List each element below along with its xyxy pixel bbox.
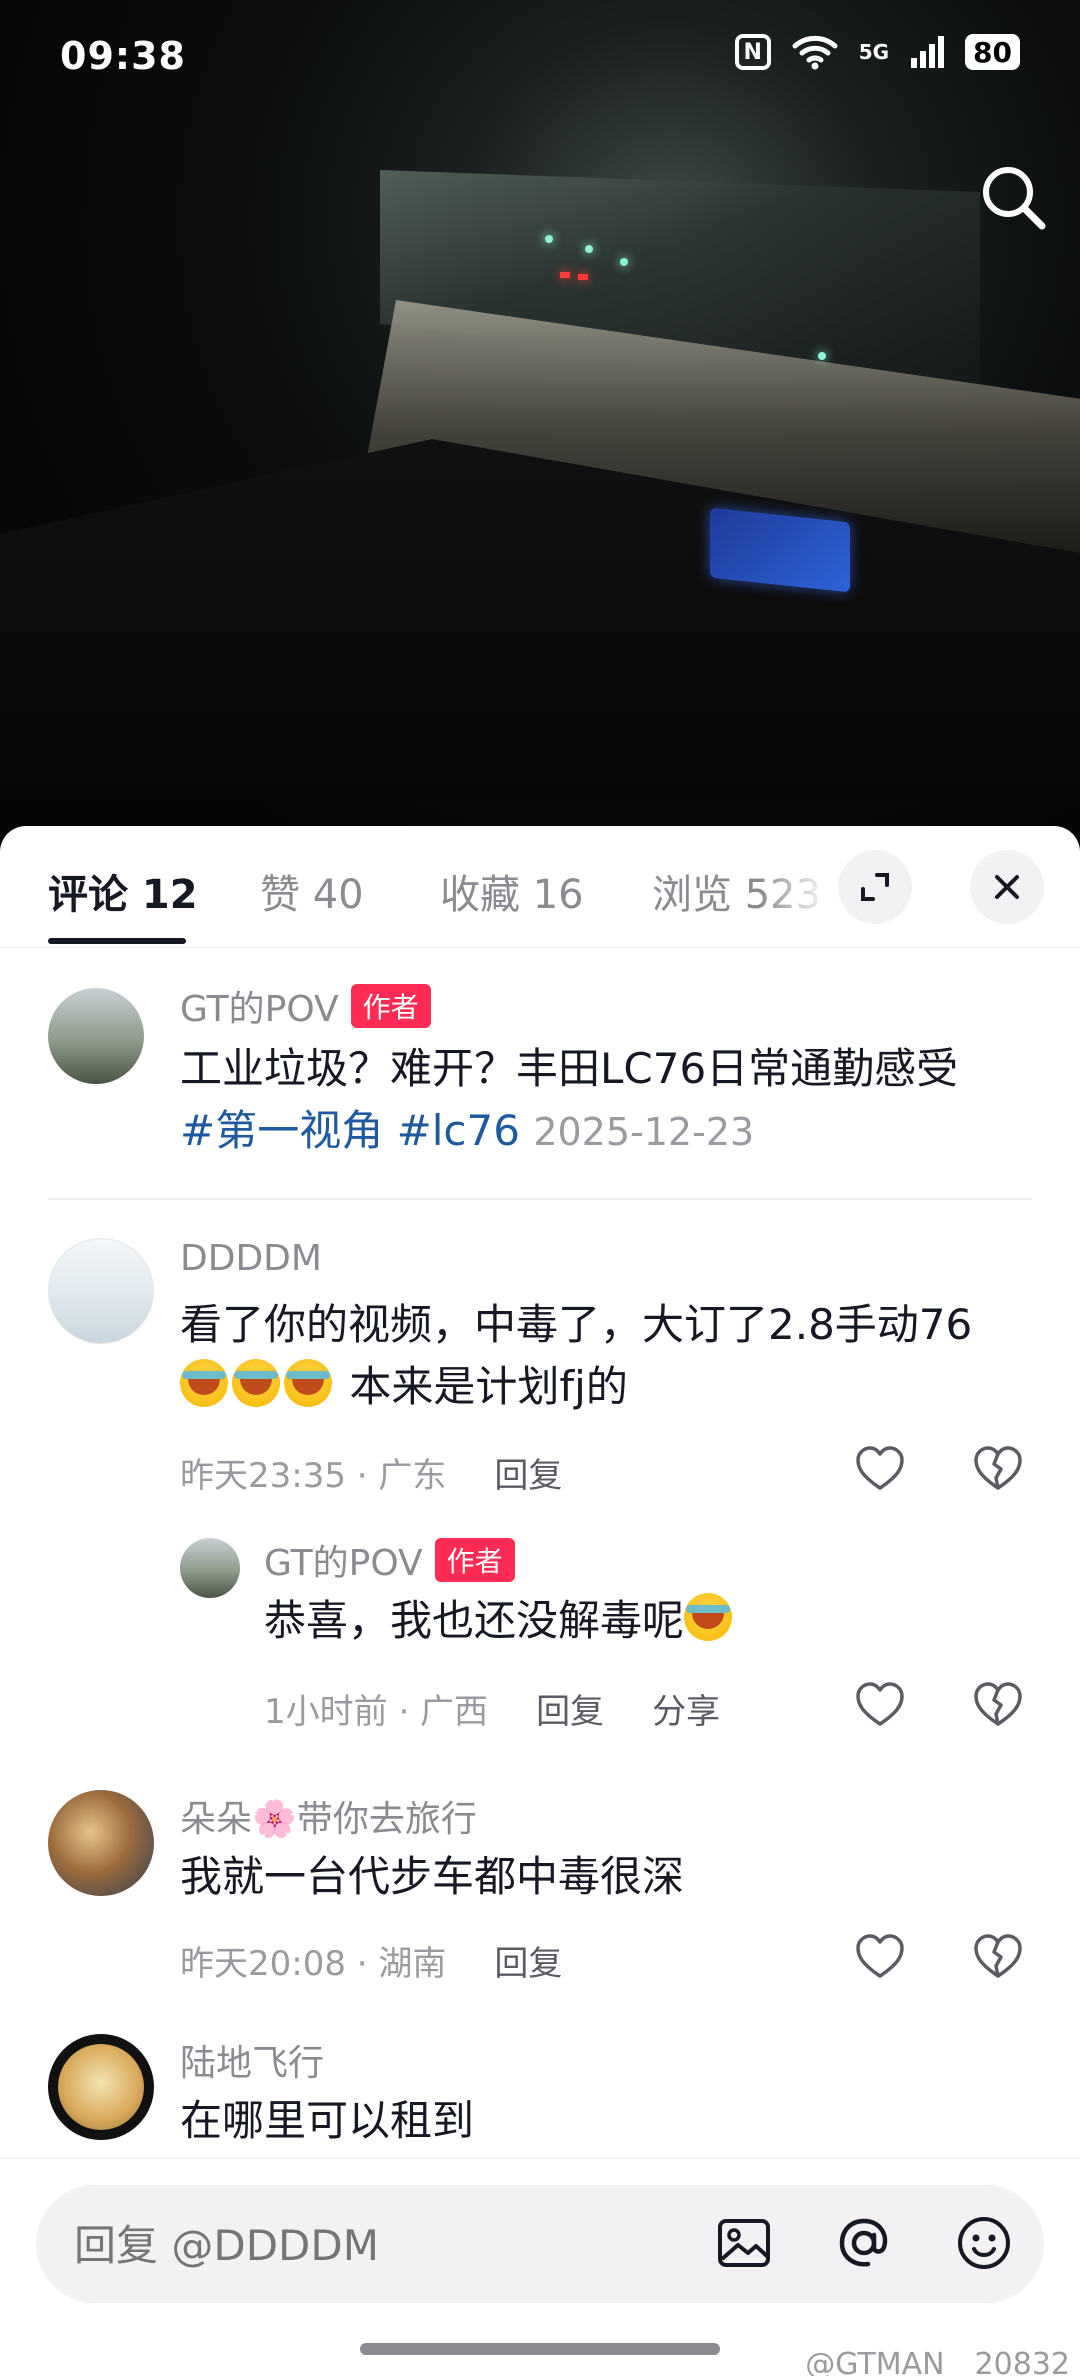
search-button[interactable]	[974, 158, 1054, 238]
avatar[interactable]	[48, 1238, 154, 1344]
expand-button[interactable]	[838, 850, 912, 924]
signal-icon	[911, 36, 945, 68]
comment-time-location: 昨天20:08 · 湖南	[180, 1944, 447, 1984]
hashtag-link[interactable]: #第一视角	[180, 1106, 383, 1155]
comment-time-location: 昨天23:35 · 广东	[180, 1456, 447, 1496]
laughing-crying-emoji-icon	[684, 1593, 733, 1641]
dislike-broken-heart-icon[interactable]	[970, 1930, 1026, 1986]
reply-text: 恭喜，我也还没解毒呢	[264, 1596, 685, 1645]
like-heart-icon[interactable]	[852, 1930, 908, 1986]
nfc-icon: N	[734, 34, 771, 70]
divider	[48, 1198, 1032, 1200]
tab-favorites[interactable]: 收藏 16	[440, 862, 584, 920]
comment-text-line2: 本来是计划fj的	[180, 1356, 1040, 1418]
reply-username[interactable]: GT的POV 作者	[264, 1534, 515, 1586]
car-taillight	[578, 274, 588, 280]
watermark: @GTMAN__20832	[805, 2347, 1070, 2376]
author-badge: 作者	[350, 984, 431, 1028]
avatar[interactable]	[48, 1790, 154, 1896]
dislike-broken-heart-icon[interactable]	[970, 1678, 1026, 1734]
reply-meta: 1小时前 · 广西 回复 分享	[264, 1684, 768, 1733]
home-indicator	[360, 2343, 720, 2355]
tab-bar: 评论 12 赞 40 收藏 16 浏览 523	[0, 826, 1080, 948]
comment-username[interactable]: 朵朵🌸带你去旅行	[180, 1790, 477, 1842]
tab-comments[interactable]: 评论 12	[48, 862, 198, 920]
reply-button[interactable]: 回复	[494, 1944, 562, 1984]
comment-username[interactable]: 陆地飞行	[180, 2034, 324, 2086]
tunnel-light	[620, 258, 628, 266]
comment-meta: 昨天20:08 · 湖南 回复	[180, 1936, 610, 1985]
comment-sheet: 评论 12 赞 40 收藏 16 浏览 523 GT的POV 作者 工业垃圾？难开…	[0, 826, 1080, 2376]
post-username[interactable]: GT的POV 作者	[180, 980, 431, 1032]
reply-button[interactable]: 回复	[536, 1692, 604, 1732]
tab-likes[interactable]: 赞 40	[260, 862, 364, 920]
hashtag-link[interactable]: #lc76	[397, 1106, 520, 1155]
car-taillight	[560, 272, 570, 278]
comment-text: 我就一台代步车都中毒很深	[180, 1852, 685, 1901]
like-heart-icon[interactable]	[852, 1442, 908, 1498]
close-button[interactable]	[970, 850, 1044, 924]
share-button[interactable]: 分享	[652, 1692, 720, 1732]
tab-active-indicator	[48, 938, 186, 944]
post-date: 2025-12-23	[533, 1110, 755, 1154]
expand-icon	[861, 873, 889, 901]
reply-text-line: 恭喜，我也还没解毒呢	[264, 1590, 1024, 1652]
tunnel-light	[818, 352, 826, 360]
status-icons: N 5G 80	[734, 34, 1020, 70]
post-tags-line: #第一视角 #lc76 2025-12-23	[180, 1100, 1040, 1163]
tunnel-light	[545, 235, 553, 243]
image-icon[interactable]	[714, 2213, 774, 2273]
battery-indicator: 80	[965, 34, 1020, 70]
reply-button[interactable]: 回复	[494, 1456, 562, 1496]
reply-input-bar: @GTMAN__20832	[0, 2158, 1080, 2376]
avatar[interactable]	[48, 988, 144, 1084]
author-badge: 作者	[434, 1538, 515, 1582]
comment-text-continued: 本来是计划fj的	[349, 1362, 628, 1411]
username-text: GT的POV	[180, 989, 339, 1030]
search-icon	[983, 167, 1046, 230]
username-text: GT的POV	[264, 1543, 423, 1584]
reply-input-container[interactable]	[36, 2185, 1044, 2303]
comment-text: 看了你的视频，中毒了，大订了2.8手动76	[180, 1300, 973, 1349]
comment-username[interactable]: DDDDM	[180, 1238, 322, 1279]
like-heart-icon[interactable]	[852, 1678, 908, 1734]
status-bar: 09:38 N 5G 80	[0, 0, 1080, 120]
comment-meta: 昨天23:35 · 广东 回复	[180, 1448, 610, 1497]
wifi-icon	[792, 35, 838, 70]
emoji-icon[interactable]	[954, 2213, 1014, 2273]
avatar[interactable]	[180, 1538, 240, 1598]
reply-input[interactable]	[74, 2221, 674, 2270]
comment-text: 在哪里可以租到	[180, 2096, 475, 2145]
laughing-crying-emoji-icon	[284, 1359, 332, 1407]
doge-avatar-image	[58, 2044, 144, 2130]
laughing-crying-emoji-icon	[232, 1359, 280, 1407]
video-infotainment-screen	[710, 507, 850, 593]
avatar[interactable]	[48, 2034, 154, 2140]
mention-icon[interactable]	[834, 2213, 894, 2273]
video-player[interactable]	[0, 0, 1080, 850]
network-type: 5G	[858, 40, 890, 64]
laughing-crying-emoji-icon	[180, 1359, 228, 1407]
tunnel-light	[585, 245, 593, 253]
status-time: 09:38	[60, 34, 186, 78]
reply-time-location: 1小时前 · 广西	[264, 1692, 489, 1732]
close-icon	[995, 875, 1019, 899]
post-text: 工业垃圾？难开？丰田LC76日常通勤感受	[180, 1044, 959, 1093]
dislike-broken-heart-icon[interactable]	[970, 1442, 1026, 1498]
